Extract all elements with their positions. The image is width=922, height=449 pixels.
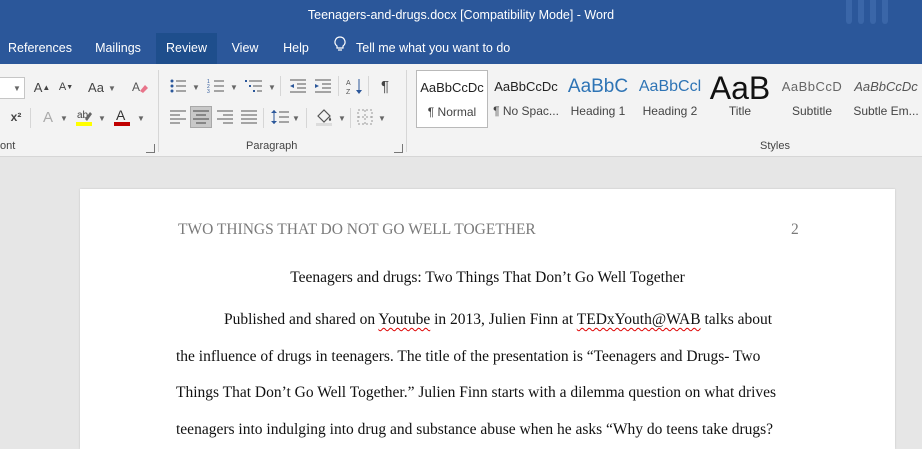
sort-icon[interactable]: AZ [345, 76, 365, 96]
tab-help[interactable]: Help [275, 33, 317, 64]
paragraph-line: the influence of drugs in teenagers. The… [176, 347, 761, 365]
svg-text:A: A [132, 80, 140, 94]
lightbulb-icon [334, 33, 346, 64]
paragraph-line: Published and shared on Youtube in 2013,… [224, 311, 773, 328]
spelling-error[interactable]: Youtube [378, 311, 430, 328]
window-title: Teenagers-and-drugs.docx [Compatibility … [307, 8, 615, 22]
tab-review[interactable]: Review [156, 33, 217, 64]
title-bar: Teenagers-and-drugs.docx [Compatibility … [0, 0, 922, 33]
document-title: Teenagers and drugs: Two Things That Don… [290, 269, 685, 286]
align-left-icon[interactable] [168, 107, 188, 127]
justify-icon[interactable] [239, 107, 259, 127]
highlight-icon[interactable]: ab [74, 107, 94, 127]
page-number: 2 [791, 221, 799, 238]
svg-text:A: A [346, 80, 351, 87]
tab-mailings[interactable]: Mailings [86, 33, 150, 64]
align-center-icon[interactable] [190, 106, 212, 128]
superscript-button[interactable]: x² [6, 107, 26, 127]
bullets-icon[interactable] [168, 76, 188, 96]
change-case-button[interactable]: Aa [86, 77, 106, 97]
show-formatting-marks-icon[interactable]: ¶ [375, 76, 395, 96]
borders-icon[interactable] [355, 107, 375, 127]
paragraph-dialog-launcher[interactable] [394, 144, 403, 153]
numbering-icon[interactable]: 123 [206, 76, 226, 96]
running-head: TWO THINGS THAT DO NOT GO WELL TOGETHER [178, 221, 536, 238]
svg-text:Z: Z [346, 89, 351, 95]
document-page[interactable]: TWO THINGS THAT DO NOT GO WELL TOGETHER … [80, 189, 895, 449]
tell-me-search[interactable]: Tell me what you want to do [334, 33, 510, 64]
font-color-icon[interactable]: A [112, 107, 132, 127]
multilevel-list-icon[interactable] [244, 76, 264, 96]
grow-font-button[interactable]: A ▲ [32, 77, 52, 97]
svg-text:3: 3 [207, 89, 210, 94]
styles-gallery: AaBbCcDc ¶ Normal AaBbCcDc ¶ No Spac... … [414, 70, 922, 128]
align-right-icon[interactable] [215, 107, 235, 127]
spelling-error[interactable]: TEDxYouth@WAB [577, 311, 701, 328]
styles-group-label: Styles [760, 140, 790, 152]
shading-icon[interactable] [314, 107, 334, 127]
style-heading-2[interactable]: AaBbCcl Heading 2 [634, 70, 706, 128]
tell-me-label: Tell me what you want to do [356, 41, 511, 55]
style-title[interactable]: AaB Title [706, 70, 774, 128]
ribbon-tabs: References Mailings Review View Help Tel… [0, 33, 922, 64]
decrease-indent-icon[interactable] [288, 76, 308, 96]
style-normal[interactable]: AaBbCcDc ¶ Normal [416, 70, 488, 128]
line-spacing-icon[interactable] [270, 107, 290, 127]
svg-text:A: A [116, 107, 126, 123]
font-size-box[interactable]: ▼ [0, 77, 25, 99]
shrink-font-button[interactable]: A ▼ [56, 77, 76, 97]
style-subtitle[interactable]: AaBbCcD Subtitle [776, 70, 848, 128]
style-subtle-emphasis[interactable]: AaBbCcDc Subtle Em... [850, 70, 922, 128]
clear-formatting-icon[interactable]: A [130, 77, 150, 97]
style-heading-1[interactable]: AaBbC Heading 1 [562, 70, 634, 128]
font-dialog-launcher[interactable] [146, 144, 155, 153]
paragraph-line: teenagers into indulging into drug and s… [176, 420, 774, 438]
paragraph-line: Things That Don’t Go Well Together.” Jul… [176, 384, 777, 401]
increase-indent-icon[interactable] [313, 76, 333, 96]
body-paragraph[interactable]: Published and shared on Youtube in 2013,… [176, 302, 816, 448]
text-effects-button[interactable]: A [38, 107, 58, 127]
tab-view[interactable]: View [224, 33, 266, 64]
font-group-label: ont [0, 140, 16, 152]
title-bar-decoration [842, 0, 922, 33]
style-no-spacing[interactable]: AaBbCcDc ¶ No Spac... [490, 70, 562, 128]
tab-references[interactable]: References [0, 33, 80, 64]
paragraph-group-label: Paragraph [246, 140, 298, 152]
